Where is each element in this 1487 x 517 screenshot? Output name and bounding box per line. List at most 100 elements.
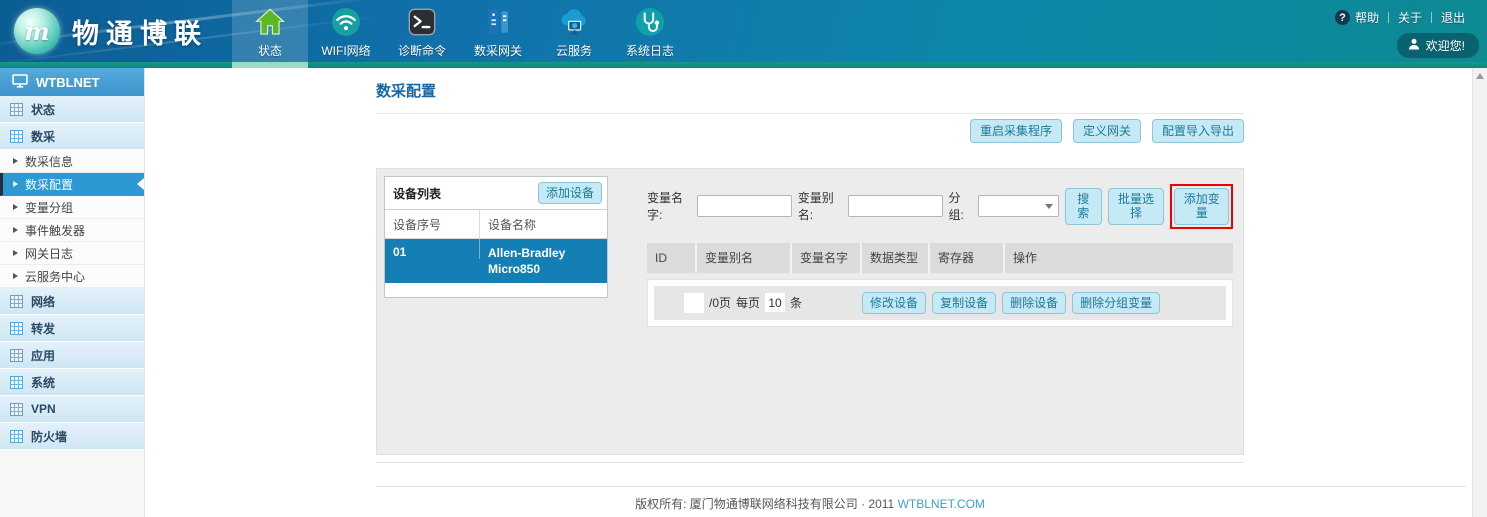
sidebar-item-label: 云服务中心	[25, 268, 85, 285]
page-total-label: /0页	[709, 294, 731, 311]
nav-label: 系统日志	[626, 42, 674, 59]
sidebar-item-label: 转发	[31, 320, 55, 337]
device-list-panel: 设备列表 添加设备 设备序号 设备名称 01 Allen-Bradley Mic…	[384, 176, 608, 298]
device-col-name: 设备名称	[480, 216, 607, 233]
nav-item-diagnose[interactable]: 诊断命令	[384, 0, 460, 68]
add-device-button[interactable]: 添加设备	[538, 182, 602, 204]
variable-table-header: ID 变量别名 变量名字 数据类型 寄存器 操作	[647, 243, 1233, 273]
caret-icon	[13, 181, 18, 187]
page-number-input[interactable]	[684, 293, 704, 313]
about-link[interactable]: 关于	[1398, 9, 1422, 26]
sidebar-item-system[interactable]: 系统	[0, 369, 144, 396]
top-header: m 物通博联 状态 WIFI网络 诊断命令	[0, 0, 1487, 68]
nav-item-cloud[interactable]: 云服务	[536, 0, 612, 68]
copy-device-button[interactable]: 复制设备	[932, 292, 996, 314]
var-alias-input[interactable]	[848, 195, 943, 217]
delete-group-variable-button[interactable]: 删除分组变量	[1072, 292, 1160, 314]
sidebar-item-cloud-center[interactable]: 云服务中心	[0, 265, 144, 288]
restart-collector-button[interactable]: 重启采集程序	[970, 119, 1062, 143]
sidebar-item-label: 数采	[31, 128, 55, 145]
device-empty-row	[385, 283, 607, 297]
delete-device-button[interactable]: 删除设备	[1002, 292, 1066, 314]
sidebar-item-gateway-log[interactable]: 网关日志	[0, 242, 144, 265]
col-id: ID	[647, 243, 697, 273]
user-icon	[1408, 38, 1420, 53]
sidebar-item-collect-config[interactable]: 数采配置	[0, 173, 144, 196]
logo-text: 物通博联	[72, 12, 208, 51]
page-title: 数采配置	[376, 80, 436, 101]
device-row-selected[interactable]: 01 Allen-Bradley Micro850	[385, 239, 607, 283]
divider	[1431, 12, 1432, 23]
sidebar-item-label: 网络	[31, 293, 55, 310]
top-nav: 状态 WIFI网络 诊断命令 数采网关	[232, 0, 688, 68]
sidebar-item-network[interactable]: 网络	[0, 288, 144, 315]
sidebar-item-label: 数采信息	[25, 153, 73, 170]
sidebar-item-firewall[interactable]: 防火墙	[0, 423, 144, 450]
caret-icon	[13, 158, 18, 164]
sidebar-item-label: 事件触发器	[25, 222, 85, 239]
nav-label: 数采网关	[474, 42, 522, 59]
caret-icon	[13, 273, 18, 279]
grid-icon	[10, 103, 23, 116]
sidebar-item-label: 网关日志	[25, 245, 73, 262]
variable-area: 变量名字: 变量别名: 分组: 搜索 批量选择 添加变量 ID	[647, 169, 1233, 454]
config-import-export-button[interactable]: 配置导入导出	[1152, 119, 1244, 143]
device-col-no: 设备序号	[385, 210, 480, 238]
caret-icon	[13, 227, 18, 233]
page: m 物通博联 状态 WIFI网络 诊断命令	[0, 0, 1487, 517]
nav-label: 状态	[258, 42, 282, 59]
help-link[interactable]: 帮助	[1355, 9, 1379, 26]
device-list-header: 设备列表 添加设备	[385, 177, 607, 210]
sidebar-item-datacollect[interactable]: 数采	[0, 123, 144, 150]
copyright-text: 版权所有: 厦门物通博联网络科技有限公司 · 2011	[635, 497, 894, 511]
device-name: Allen-Bradley Micro850	[480, 239, 607, 283]
scroll-up-arrow-icon[interactable]	[1476, 73, 1484, 79]
footer-divider-1	[376, 462, 1244, 463]
sidebar-item-label: 防火墙	[31, 428, 67, 445]
nav-item-status[interactable]: 状态	[232, 0, 308, 68]
wtblnet-link[interactable]: WTBLNET.COM	[898, 497, 985, 511]
nav-item-gateway[interactable]: 数采网关	[460, 0, 536, 68]
var-alias-label: 变量别名:	[798, 189, 842, 223]
sidebar-item-application[interactable]: 应用	[0, 342, 144, 369]
per-page-label: 每页	[736, 294, 760, 311]
nav-item-wifi[interactable]: WIFI网络	[308, 0, 384, 68]
footer-divider-2	[376, 486, 1466, 487]
monitor-icon	[12, 74, 28, 91]
pagination-strip: /0页 每页 10 条 修改设备 复制设备 删除设备 删除分组变量	[654, 286, 1226, 320]
welcome-button[interactable]: 欢迎您!	[1397, 33, 1479, 58]
group-label: 分组:	[949, 189, 972, 223]
var-name-input[interactable]	[697, 195, 792, 217]
sidebar-item-label: 状态	[31, 101, 55, 118]
nav-item-syslog[interactable]: 系统日志	[612, 0, 688, 68]
add-variable-button[interactable]: 添加变量	[1174, 188, 1229, 225]
caret-icon	[13, 250, 18, 256]
sidebar-item-status[interactable]: 状态	[0, 96, 144, 123]
group-select[interactable]	[978, 195, 1059, 217]
define-gateway-button[interactable]: 定义网关	[1073, 119, 1141, 143]
nav-label: WIFI网络	[321, 42, 370, 59]
unit-label: 条	[790, 294, 802, 311]
grid-icon	[10, 430, 23, 443]
home-icon	[254, 5, 286, 39]
sidebar-item-variable-group[interactable]: 变量分组	[0, 196, 144, 219]
sidebar-item-forward[interactable]: 转发	[0, 315, 144, 342]
welcome-label: 欢迎您!	[1426, 37, 1465, 54]
title-divider	[376, 113, 1244, 114]
modify-device-button[interactable]: 修改设备	[862, 292, 926, 314]
device-table-header: 设备序号 设备名称	[385, 210, 607, 239]
sidebar-item-vpn[interactable]: VPN	[0, 396, 144, 423]
grid-icon	[10, 295, 23, 308]
nav-label: 诊断命令	[398, 42, 446, 59]
vertical-scrollbar[interactable]	[1472, 68, 1487, 517]
logout-link[interactable]: 退出	[1441, 9, 1465, 26]
search-button[interactable]: 搜索	[1065, 188, 1101, 225]
sidebar-item-event-trigger[interactable]: 事件触发器	[0, 219, 144, 242]
config-panel: 设备列表 添加设备 设备序号 设备名称 01 Allen-Bradley Mic…	[376, 168, 1244, 455]
page-size-box[interactable]: 10	[765, 293, 785, 312]
stethoscope-icon	[634, 5, 666, 39]
batch-select-button[interactable]: 批量选择	[1108, 188, 1165, 225]
help-icon: ?	[1335, 10, 1350, 25]
sidebar-item-collect-info[interactable]: 数采信息	[0, 150, 144, 173]
grid-icon	[10, 349, 23, 362]
